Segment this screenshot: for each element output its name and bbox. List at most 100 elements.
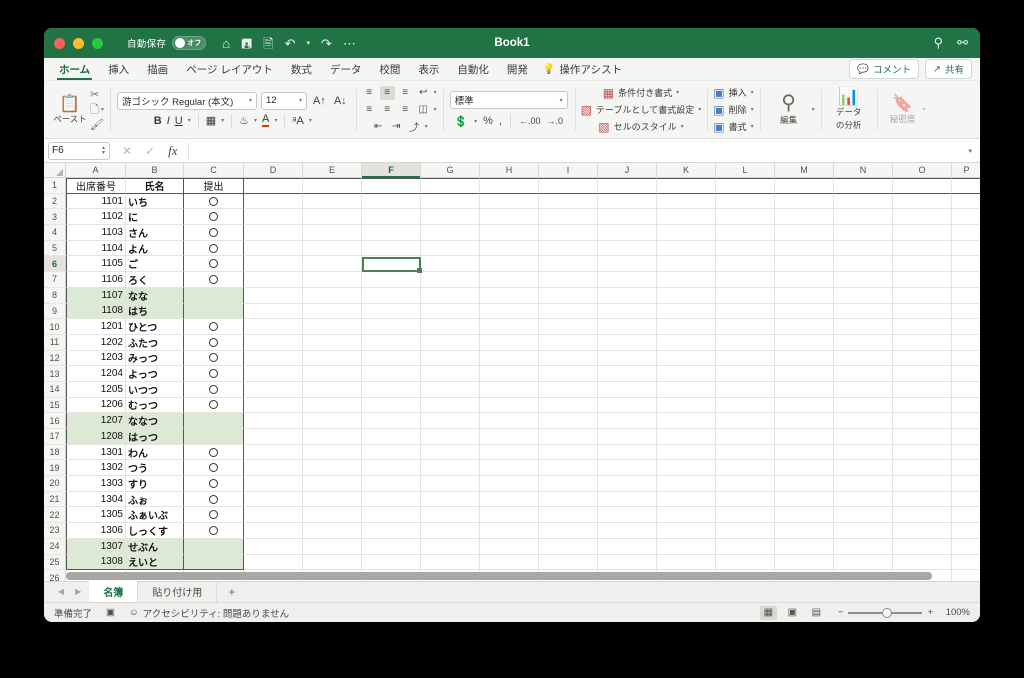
font-name-combo[interactable]: 游ゴシック Regular (本文) ▾: [116, 91, 257, 110]
more-commands-icon[interactable]: ⋯: [343, 37, 356, 50]
chevron-down-icon[interactable]: ▾: [188, 117, 191, 124]
confirm-icon[interactable]: ✓: [145, 144, 155, 158]
cell-E16[interactable]: [303, 413, 362, 429]
cell-I20[interactable]: [539, 476, 598, 492]
cell-C19[interactable]: [184, 460, 244, 477]
cell-I17[interactable]: [539, 429, 598, 445]
tab-home[interactable]: ホーム: [50, 58, 99, 81]
cell-E25[interactable]: [303, 554, 362, 571]
page-break-view-icon[interactable]: ▤: [808, 606, 825, 620]
cell-D20[interactable]: [244, 476, 303, 492]
cell-G4[interactable]: [421, 225, 480, 241]
cell-B25[interactable]: えいと: [126, 554, 184, 571]
cell-E7[interactable]: [303, 272, 362, 288]
cell-I13[interactable]: [539, 366, 598, 382]
cell-D5[interactable]: [244, 240, 303, 257]
cell-M12[interactable]: [775, 350, 834, 367]
cell-L17[interactable]: [716, 429, 775, 445]
analyze-data-button[interactable]: 📊 データ の分析: [827, 88, 871, 131]
cell-F15[interactable]: [362, 397, 421, 414]
cell-L6[interactable]: [716, 256, 775, 273]
cell-D4[interactable]: [244, 225, 303, 241]
cell-I7[interactable]: [539, 272, 598, 288]
cell-G8[interactable]: [421, 287, 480, 304]
cell-E15[interactable]: [303, 397, 362, 414]
cell-M5[interactable]: [775, 240, 834, 257]
close-button[interactable]: [54, 37, 65, 49]
cell-F21[interactable]: [362, 491, 421, 508]
row-header-23[interactable]: 23: [44, 523, 66, 539]
cell-J17[interactable]: [598, 429, 657, 445]
cell-L14[interactable]: [716, 381, 775, 398]
cell-O8[interactable]: [893, 287, 952, 304]
cell-I22[interactable]: [539, 507, 598, 524]
cell-I4[interactable]: [539, 225, 598, 241]
cell-E10[interactable]: [303, 319, 362, 335]
cell-O2[interactable]: [893, 193, 952, 210]
cell-D13[interactable]: [244, 366, 303, 382]
cell-J12[interactable]: [598, 350, 657, 367]
chevron-down-icon[interactable]: ▾: [676, 89, 679, 96]
cell-P9[interactable]: [952, 304, 980, 320]
cell-O15[interactable]: [893, 397, 952, 414]
decrease-decimal-icon[interactable]: →.0: [546, 116, 563, 126]
cell-F13[interactable]: [362, 366, 421, 382]
cell-E11[interactable]: [303, 334, 362, 351]
row-header-8[interactable]: 8: [44, 287, 66, 304]
sheet-tab-haritsuke[interactable]: 貼り付け用: [138, 581, 218, 602]
zoom-thumb[interactable]: [882, 607, 893, 618]
cell-C6[interactable]: [184, 256, 244, 273]
cell-N8[interactable]: [834, 287, 893, 304]
cell-L22[interactable]: [716, 507, 775, 524]
chevron-down-icon[interactable]: ▾: [434, 89, 437, 96]
cell-J4[interactable]: [598, 225, 657, 241]
cell-L23[interactable]: [716, 523, 775, 539]
cell-J18[interactable]: [598, 444, 657, 461]
cell-D3[interactable]: [244, 209, 303, 226]
cell-N12[interactable]: [834, 350, 893, 367]
cell-J13[interactable]: [598, 366, 657, 382]
cell-O14[interactable]: [893, 381, 952, 398]
tab-review[interactable]: 校閲: [370, 58, 409, 81]
cell-F10[interactable]: [362, 319, 421, 335]
cell-O20[interactable]: [893, 476, 952, 492]
conditional-formatting-button[interactable]: ▦ 条件付き書式 ▾: [603, 86, 679, 100]
fill-color-icon[interactable]: ♨: [239, 114, 249, 127]
cell-C5[interactable]: [184, 240, 244, 257]
tab-data[interactable]: データ: [321, 58, 371, 81]
cell-B15[interactable]: むっつ: [126, 397, 184, 414]
column-header-P[interactable]: P: [952, 163, 980, 177]
cell-K12[interactable]: [657, 350, 716, 367]
cell-F1[interactable]: [362, 178, 421, 194]
minimize-button[interactable]: [73, 37, 84, 49]
cell-H3[interactable]: [480, 209, 539, 226]
cell-K7[interactable]: [657, 272, 716, 288]
cell-A16[interactable]: 1207: [66, 413, 126, 429]
cell-F8[interactable]: [362, 287, 421, 304]
underline-button[interactable]: U: [175, 115, 183, 127]
cell-N4[interactable]: [834, 225, 893, 241]
cell-B20[interactable]: すり: [126, 476, 184, 492]
cell-A15[interactable]: 1206: [66, 397, 126, 414]
tab-page-layout[interactable]: ページ レイアウト: [177, 58, 282, 81]
number-format-combo[interactable]: 標準 ▾: [449, 91, 568, 109]
cell-L1[interactable]: [716, 178, 775, 194]
cell-A6[interactable]: 1105: [66, 256, 126, 273]
cell-G19[interactable]: [421, 460, 480, 477]
cell-H23[interactable]: [480, 523, 539, 539]
cell-O7[interactable]: [893, 272, 952, 288]
ribbon-display-icon[interactable]: ⚯: [957, 35, 968, 51]
cancel-icon[interactable]: ✕: [122, 144, 132, 158]
tab-automate[interactable]: 自動化: [448, 58, 498, 81]
cell-K13[interactable]: [657, 366, 716, 382]
cell-N19[interactable]: [834, 460, 893, 477]
cell-C3[interactable]: [184, 209, 244, 226]
cell-M7[interactable]: [775, 272, 834, 288]
autosave-switch[interactable]: オフ: [172, 36, 207, 50]
cell-D12[interactable]: [244, 350, 303, 367]
cell-H2[interactable]: [480, 193, 539, 210]
comma-style-icon[interactable]: ,: [499, 115, 502, 127]
name-box[interactable]: F6 ▲ ▼: [48, 141, 110, 160]
cell-H18[interactable]: [480, 444, 539, 461]
cell-H12[interactable]: [480, 350, 539, 367]
